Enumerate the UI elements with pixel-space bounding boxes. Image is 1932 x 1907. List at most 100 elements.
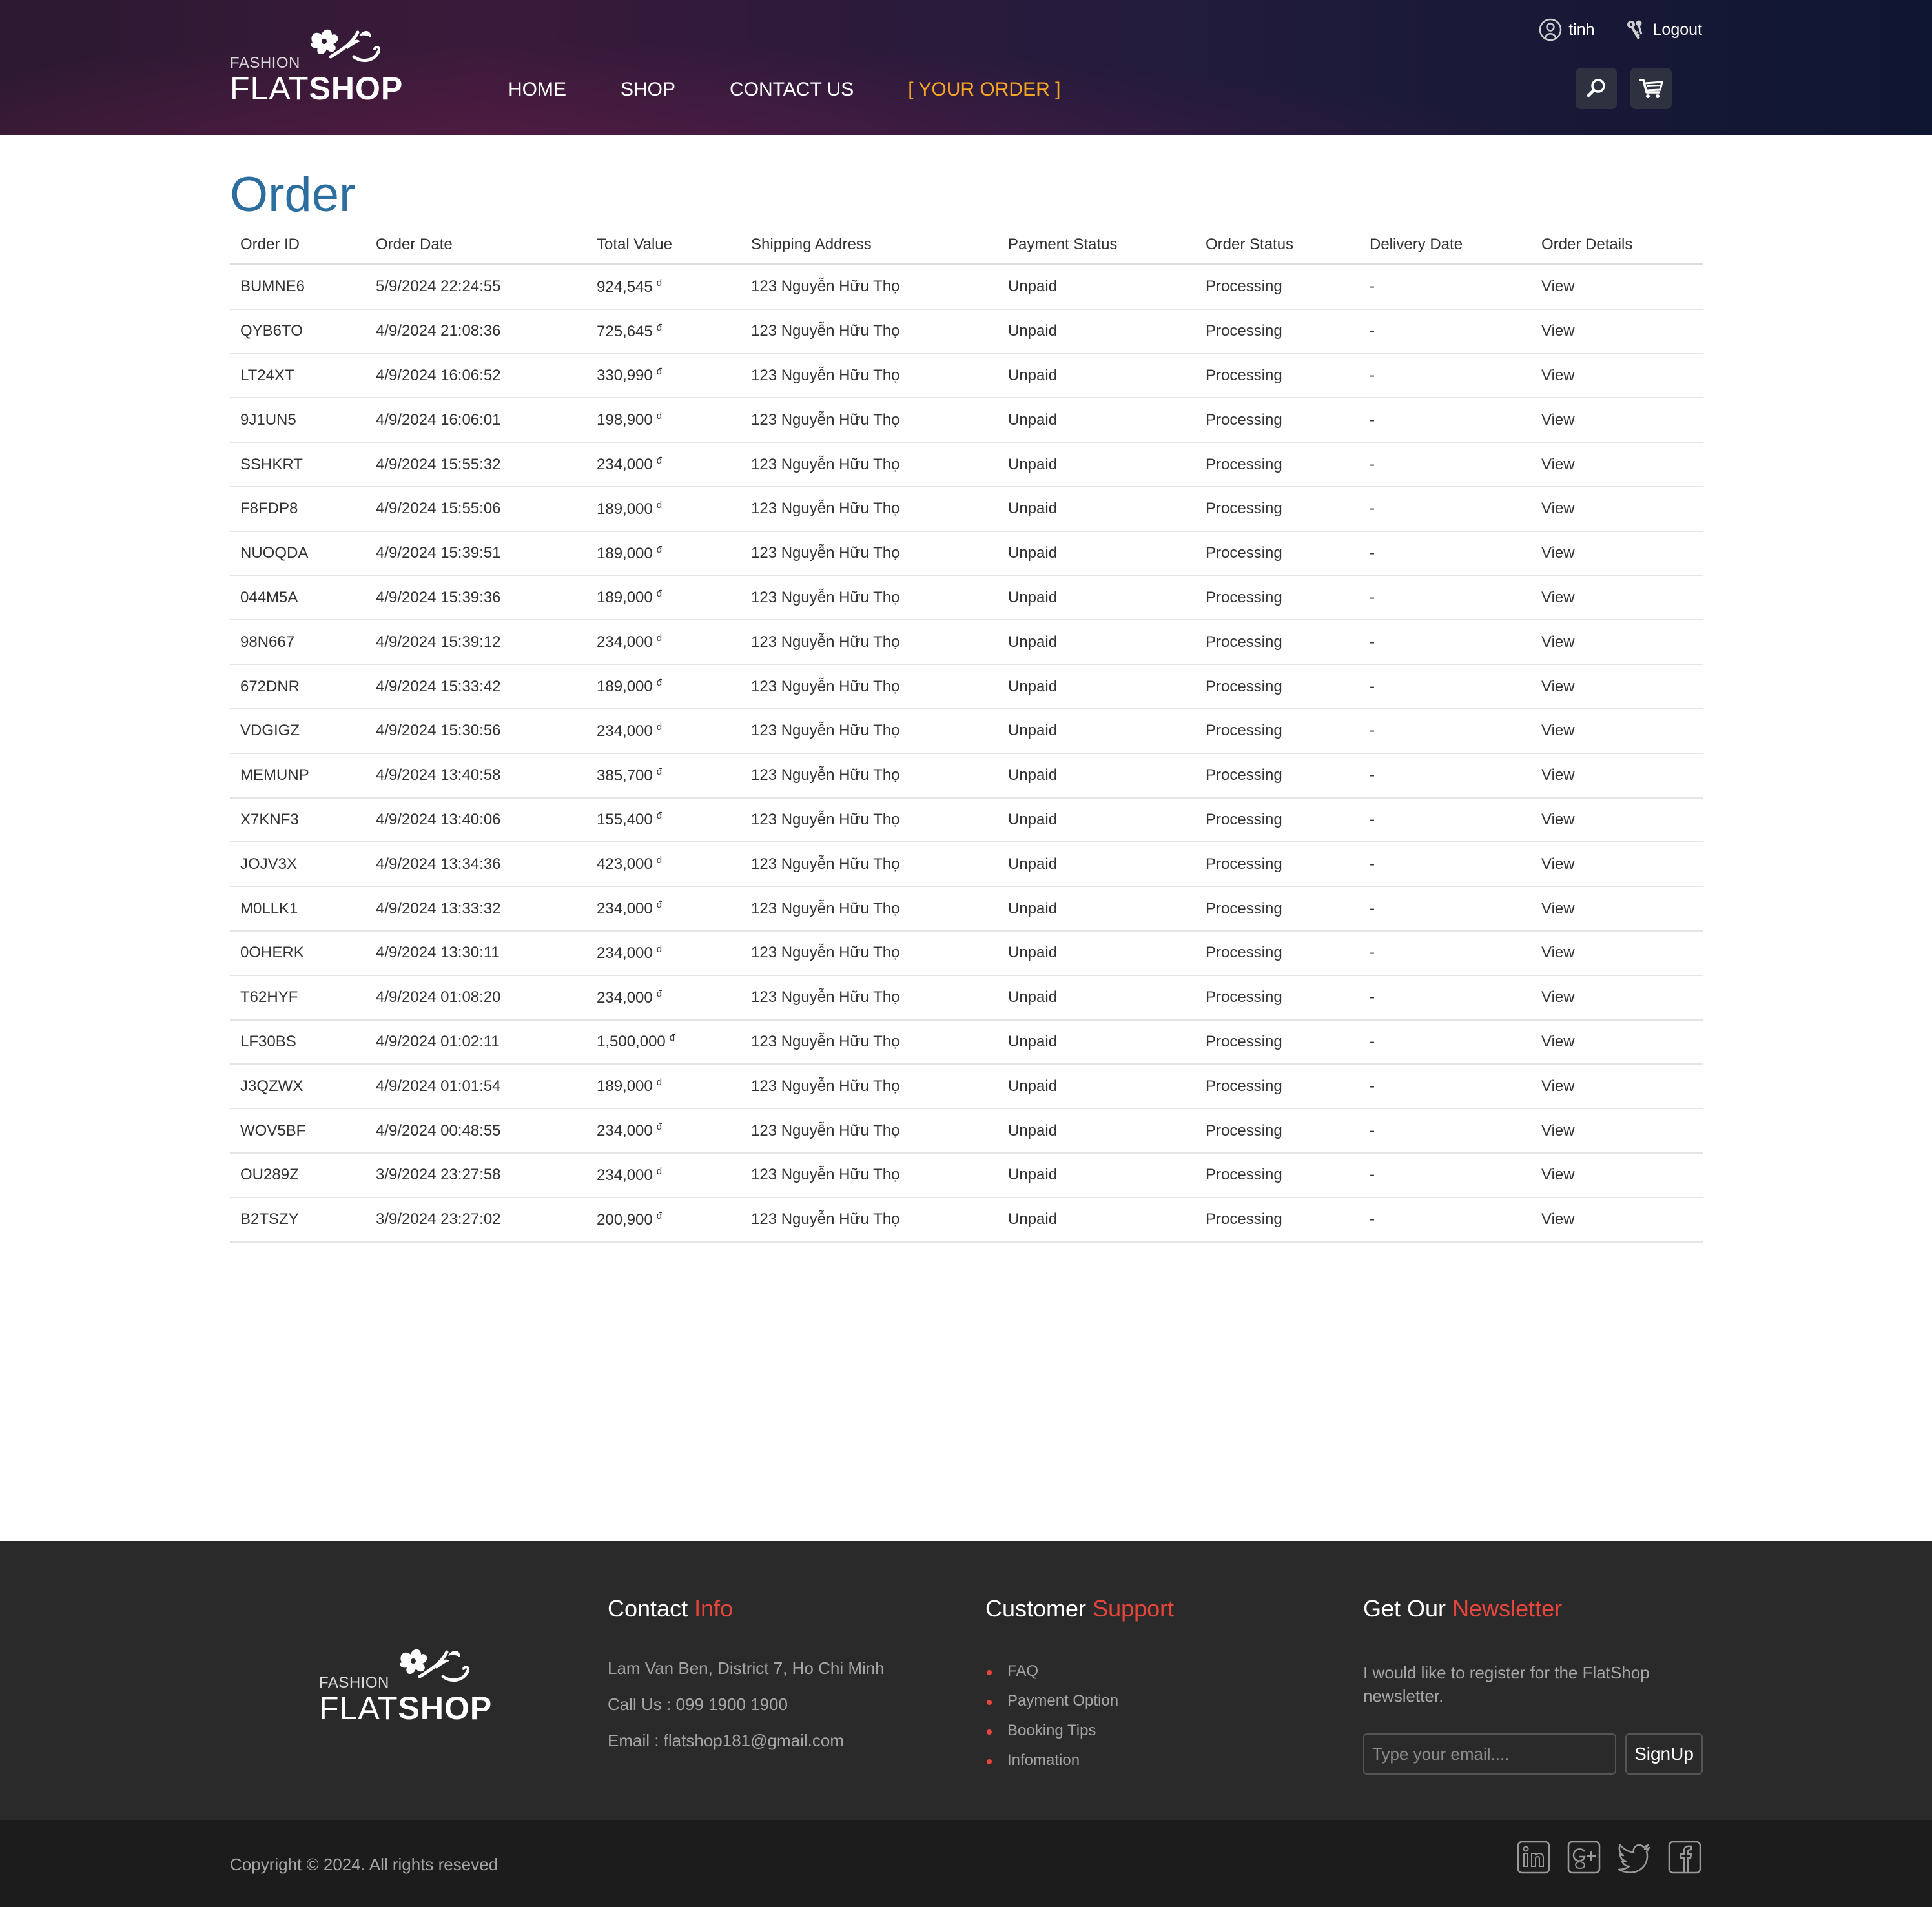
table-row: 0OHERK 4/9/2024 13:30:11 234,000 đ 123 Nguyễ…: [230, 930, 1703, 976]
total-amount: 234,000: [597, 1122, 653, 1140]
order-status-cell: Processing: [1195, 531, 1359, 576]
view-order-link[interactable]: View: [1541, 855, 1575, 873]
nav-contact[interactable]: CONTACT US: [730, 79, 854, 101]
view-order-link[interactable]: View: [1541, 411, 1575, 429]
brand-name-light: FLAT: [230, 70, 309, 107]
shipping-address-cell: 123 Nguyễn Hữu Thọ: [741, 620, 998, 666]
view-order-link[interactable]: View: [1541, 1077, 1575, 1095]
page-title: Order: [230, 167, 356, 222]
delivery-date-cell: -: [1359, 708, 1531, 754]
search-button[interactable]: [1576, 68, 1617, 109]
order-date-cell: 4/9/2024 16:06:01: [365, 398, 586, 444]
view-order-link[interactable]: View: [1541, 900, 1575, 917]
payment-status-cell: Unpaid: [998, 708, 1195, 754]
table-row: 044M5A 4/9/2024 15:39:36 189,000 đ 123 Nguyễ…: [230, 575, 1703, 621]
site-header: FASHION FLATSHOP HOME SHOP CONTACT US [ …: [0, 0, 1932, 135]
nav-home[interactable]: HOME: [508, 79, 566, 101]
order-date-cell: 4/9/2024 15:55:06: [365, 486, 586, 532]
order-details-cell: View: [1531, 264, 1703, 310]
delivery-date-cell: -: [1359, 886, 1531, 932]
view-order-link[interactable]: View: [1541, 589, 1575, 606]
total-value-cell: 385,700 đ: [586, 753, 741, 799]
total-amount: 1,500,000: [597, 1033, 666, 1051]
view-order-link[interactable]: View: [1541, 1166, 1575, 1183]
shipping-address-cell: 123 Nguyễn Hữu Thọ: [741, 886, 998, 932]
footer-logo[interactable]: FASHION FLATSHOP: [319, 1643, 491, 1733]
view-order-link[interactable]: View: [1541, 1210, 1575, 1228]
google-plus-icon[interactable]: [1567, 1840, 1601, 1875]
support-link-booking-tips[interactable]: Booking Tips: [985, 1722, 1174, 1751]
order-details-cell: View: [1531, 708, 1703, 754]
user-account-link[interactable]: tinh: [1539, 18, 1595, 41]
support-link-faq[interactable]: FAQ: [985, 1662, 1174, 1692]
newsletter-signup-button[interactable]: SignUp: [1625, 1733, 1703, 1775]
twitter-icon[interactable]: [1617, 1840, 1652, 1875]
payment-status-cell: Unpaid: [998, 486, 1195, 532]
table-row: OU289Z 3/9/2024 23:27:58 234,000 đ 123 Nguyễ…: [230, 1152, 1703, 1198]
order-status-cell: Processing: [1195, 1019, 1359, 1065]
newsletter-email-input[interactable]: [1363, 1733, 1616, 1775]
shipping-address-cell: 123 Nguyễn Hữu Thọ: [741, 1108, 998, 1154]
order-status-cell: Processing: [1195, 353, 1359, 399]
customer-support-heading: Customer Support: [985, 1595, 1174, 1622]
logout-link[interactable]: Logout: [1625, 19, 1702, 41]
total-value-cell: 234,000 đ: [586, 930, 741, 976]
table-row: 9J1UN5 4/9/2024 16:06:01 198,900 đ 123 Nguyễ…: [230, 398, 1703, 444]
view-order-link[interactable]: View: [1541, 766, 1575, 784]
order-details-cell: View: [1531, 1152, 1703, 1198]
nav-shop[interactable]: SHOP: [621, 79, 675, 101]
view-order-link[interactable]: View: [1541, 988, 1575, 1006]
delivery-date-cell: -: [1359, 664, 1531, 709]
flower-logo-icon: [400, 1649, 470, 1682]
cart-button[interactable]: [1630, 68, 1672, 109]
order-date-cell: 5/9/2024 22:24:55: [365, 264, 586, 310]
view-order-link[interactable]: View: [1541, 544, 1575, 562]
support-link-information[interactable]: Infomation: [985, 1751, 1174, 1781]
payment-status-cell: Unpaid: [998, 353, 1195, 399]
view-order-link[interactable]: View: [1541, 944, 1575, 961]
search-icon: [1587, 79, 1605, 97]
cart-icon: [1639, 79, 1663, 98]
currency-symbol: đ: [656, 766, 663, 777]
bullet-icon: [987, 1670, 992, 1675]
order-details-cell: View: [1531, 353, 1703, 399]
order-id-cell: 672DNR: [230, 664, 365, 709]
facebook-icon[interactable]: [1667, 1840, 1702, 1875]
newsletter-heading-text: Get Our: [1363, 1595, 1446, 1622]
view-order-link[interactable]: View: [1541, 1033, 1575, 1050]
currency-symbol: đ: [656, 988, 663, 999]
order-id-cell: OU289Z: [230, 1152, 365, 1198]
total-amount: 725,645: [597, 322, 653, 340]
order-details-cell: View: [1531, 442, 1703, 487]
shipping-address-cell: 123 Nguyễn Hữu Thọ: [741, 486, 998, 532]
view-order-link[interactable]: View: [1541, 278, 1575, 295]
view-order-link[interactable]: View: [1541, 678, 1575, 695]
view-order-link[interactable]: View: [1541, 1122, 1575, 1139]
view-order-link[interactable]: View: [1541, 811, 1575, 828]
site-logo[interactable]: FASHION FLATSHOP: [230, 23, 402, 114]
table-row: JOJV3X 4/9/2024 13:34:36 423,000 đ 123 Nguyễ…: [230, 842, 1703, 888]
view-order-link[interactable]: View: [1541, 456, 1575, 473]
user-icon: [1539, 18, 1562, 41]
currency-symbol: đ: [656, 1077, 663, 1088]
currency-symbol: đ: [656, 544, 663, 555]
delivery-date-cell: -: [1359, 1197, 1531, 1243]
order-status-cell: Processing: [1195, 620, 1359, 666]
view-order-link[interactable]: View: [1541, 500, 1575, 517]
flower-logo-icon: [311, 29, 381, 63]
order-details-cell: View: [1531, 531, 1703, 576]
view-order-link[interactable]: View: [1541, 722, 1575, 739]
total-value-cell: 234,000 đ: [586, 886, 741, 932]
view-order-link[interactable]: View: [1541, 322, 1575, 340]
order-date-cell: 4/9/2024 21:08:36: [365, 309, 586, 354]
order-details-cell: View: [1531, 842, 1703, 888]
support-link-payment-option[interactable]: Payment Option: [985, 1692, 1174, 1722]
view-order-link[interactable]: View: [1541, 633, 1575, 651]
support-heading-text: Customer: [985, 1595, 1087, 1622]
order-status-cell: Processing: [1195, 442, 1359, 487]
linkedin-icon[interactable]: [1516, 1840, 1551, 1875]
table-row: 672DNR 4/9/2024 15:33:42 189,000 đ 123 Nguyễ…: [230, 664, 1703, 709]
payment-status-cell: Unpaid: [998, 753, 1195, 799]
view-order-link[interactable]: View: [1541, 367, 1575, 384]
nav-your-order[interactable]: [ YOUR ORDER ]: [908, 79, 1060, 101]
